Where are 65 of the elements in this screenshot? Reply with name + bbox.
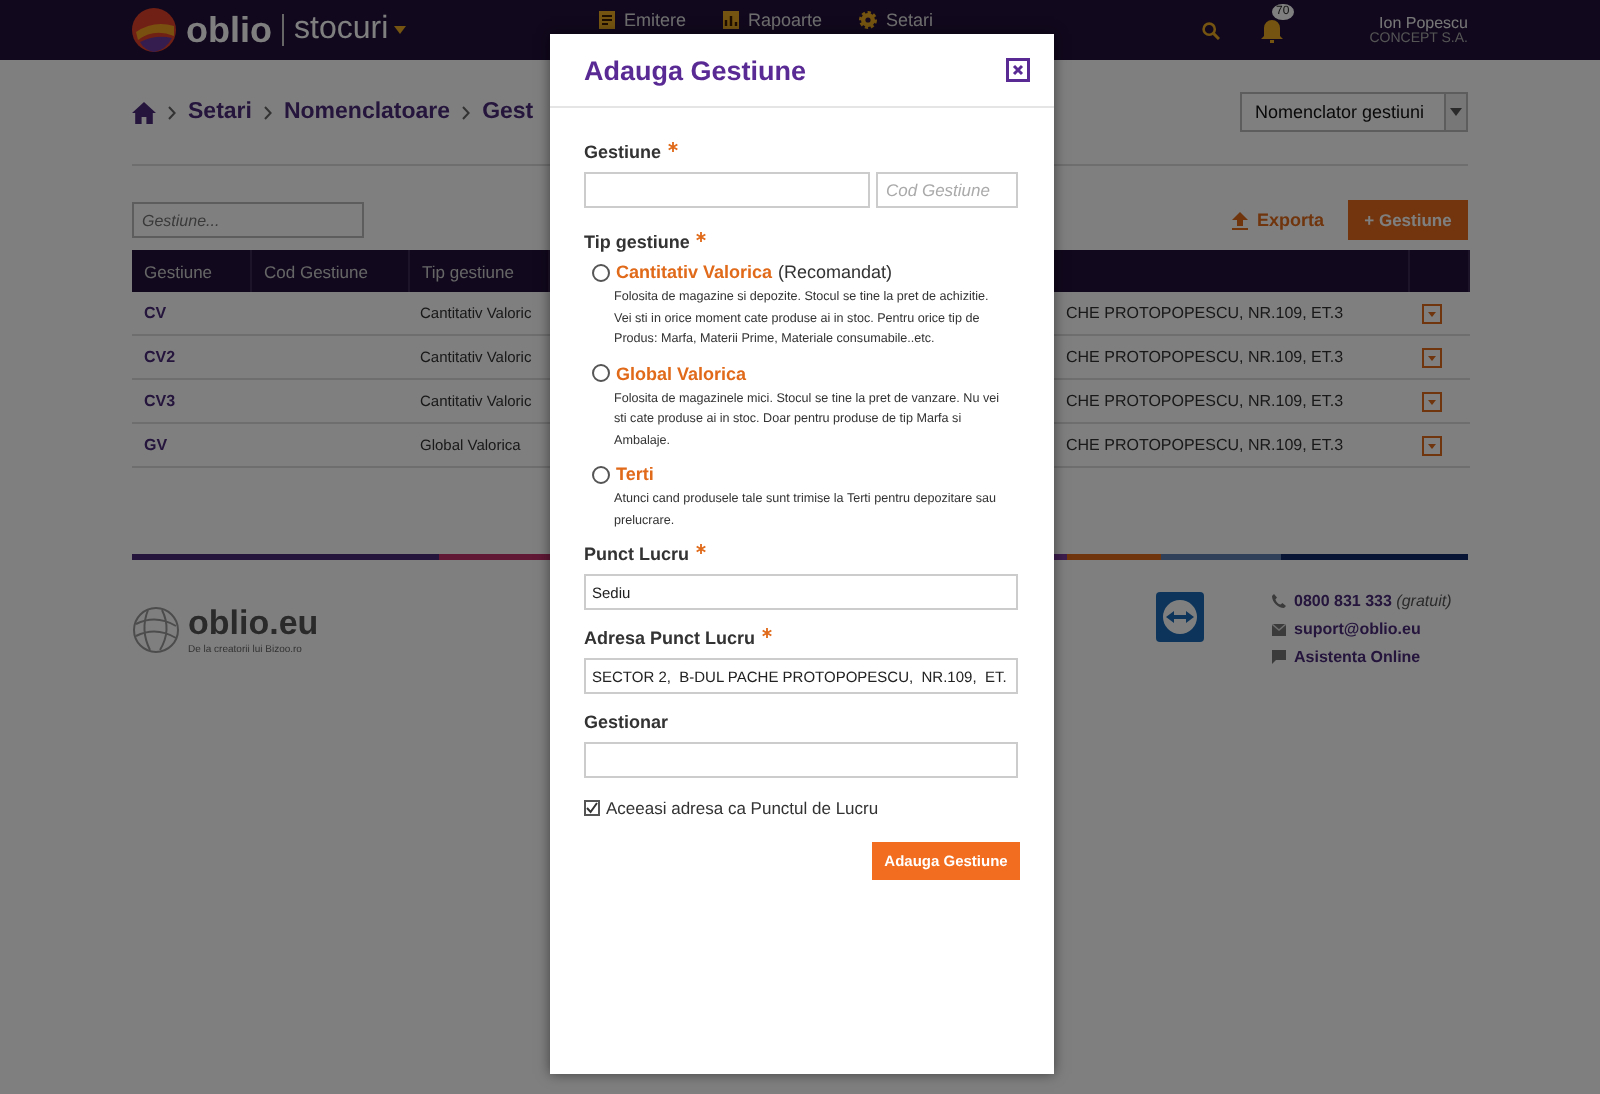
field-label: Gestiune [584, 142, 1020, 162]
table-cell[interactable]: CV3 [132, 380, 252, 424]
column-header: Gestiune [144, 261, 213, 281]
export-link[interactable]: Exporta [1232, 210, 1324, 230]
phone-icon [1272, 594, 1286, 608]
checkbox[interactable] [584, 800, 600, 816]
field-label: Tip gestiune [584, 232, 1020, 252]
add-button[interactable]: + Gestiune [1348, 200, 1468, 240]
bell-icon[interactable] [1260, 16, 1284, 44]
globe-icon [132, 605, 180, 653]
breadcrumb-link[interactable]: Setari [188, 100, 252, 124]
table-cell[interactable]: CV [132, 292, 252, 336]
search-icon[interactable] [1202, 21, 1220, 39]
view-select[interactable]: Nomenclator gestiuni [1240, 92, 1468, 132]
mail-icon [1272, 623, 1286, 635]
input-field[interactable] [584, 742, 1018, 778]
product-menu[interactable]: stocuri [294, 12, 407, 48]
email-link[interactable]: suport@oblio.eu [1294, 620, 1421, 638]
search-field[interactable]: Gestiune... [132, 202, 364, 238]
checkbox-label[interactable]: Aceeasi adresa ca Punctul de Lucru [606, 798, 879, 818]
field-label: Gestionar [584, 712, 671, 732]
option-note: (Recomandat) [778, 262, 893, 282]
radio-button[interactable] [592, 465, 610, 483]
column-header: Cod Gestiune [264, 261, 368, 281]
option-label[interactable]: Global Valorica [616, 363, 747, 383]
code-field[interactable]: Cod Gestiune [876, 172, 1018, 208]
field-label: Punct Lucru [584, 544, 1020, 564]
dropdown-icon[interactable] [1422, 303, 1442, 323]
chevron-icon [263, 105, 272, 119]
dropdown-icon[interactable] [1422, 391, 1442, 411]
caret-icon[interactable] [1450, 108, 1462, 116]
user-name[interactable]: Ion Popescu [1379, 14, 1468, 32]
option-label[interactable]: Terti [616, 464, 654, 484]
brand-name: oblio [186, 9, 272, 51]
breadcrumb-link[interactable]: Nomenclatoare [283, 100, 451, 124]
name-field[interactable] [584, 172, 870, 208]
chevron-icon [462, 105, 471, 119]
dropdown-icon[interactable] [1422, 347, 1442, 367]
radio-button[interactable] [592, 263, 610, 281]
nav-menu-item[interactable]: Rapoarte [722, 10, 823, 30]
document-icon [598, 10, 616, 30]
option-label[interactable]: Cantitativ Valorica [616, 262, 773, 282]
table-cell[interactable]: CV2 [132, 336, 252, 380]
chat-icon [1272, 650, 1286, 664]
table-cell[interactable]: GV [132, 424, 252, 468]
caret-icon[interactable] [394, 26, 407, 34]
radio-button[interactable] [592, 364, 610, 382]
nav-menu-item[interactable]: Setari [858, 10, 934, 30]
column-header: Tip gestiune [422, 261, 514, 281]
phone-number[interactable]: 0800 831 333 (gratuit) [1294, 592, 1452, 610]
field-label: Adresa Punct Lucru [584, 628, 1020, 648]
gear-icon [858, 10, 879, 30]
chart-icon [722, 10, 741, 30]
nav-menu-item[interactable]: Emitere [598, 10, 687, 30]
close-button[interactable] [1006, 58, 1030, 82]
remote-support-icon[interactable] [1156, 592, 1204, 642]
upload-icon[interactable] [1232, 211, 1249, 229]
logo-icon [132, 8, 176, 52]
breadcrumb-link[interactable]: Gest [482, 100, 534, 124]
footer-logo[interactable]: oblio.eu [188, 603, 319, 643]
chevron-icon [168, 105, 176, 119]
home-icon[interactable] [132, 101, 156, 123]
chat-link[interactable]: Asistenta Online [1294, 648, 1421, 666]
dialog-title: Adauga Gestiune [584, 55, 807, 85]
dropdown-icon[interactable] [1422, 435, 1442, 455]
